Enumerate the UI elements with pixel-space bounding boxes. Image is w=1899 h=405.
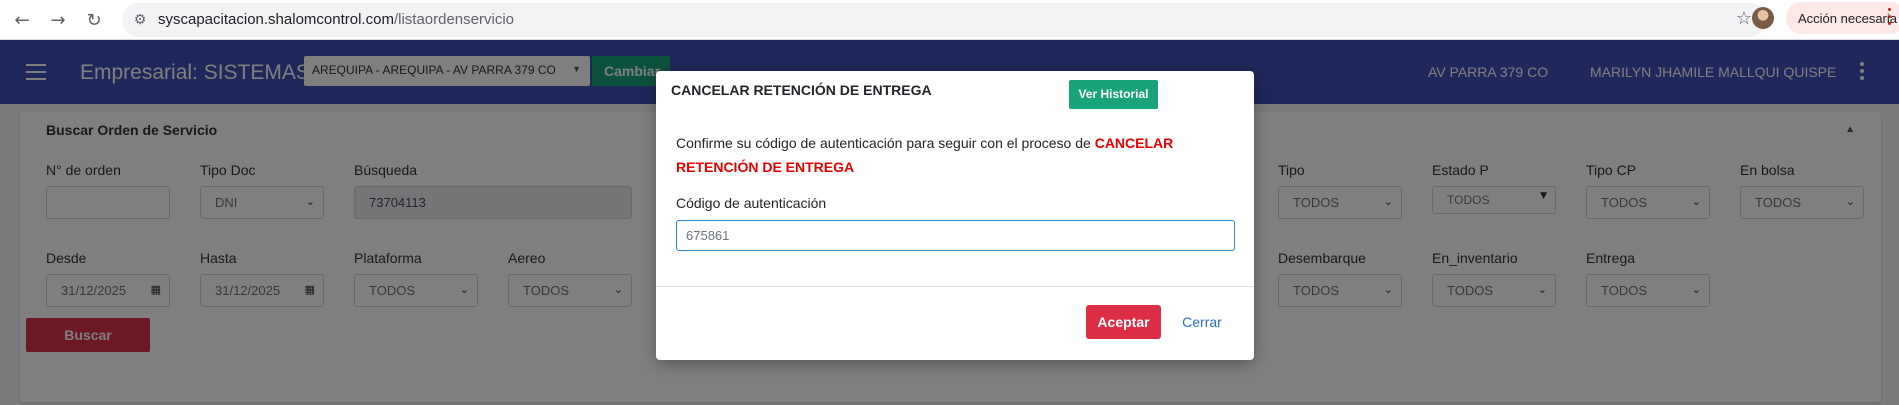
address-bar[interactable]: ⚙ syscapacitacion.shalomcontrol.com/list… (122, 3, 1766, 37)
browser-menu-icon[interactable] (1888, 8, 1892, 28)
dialog-message: Confirme su código de autenticación para… (676, 131, 1196, 179)
action-required-label: Acción necesaria (1798, 10, 1897, 26)
forward-icon[interactable]: → (44, 6, 72, 34)
view-history-button[interactable]: Ver Historial (1069, 80, 1158, 109)
back-icon[interactable]: ← (8, 6, 36, 34)
auth-code-input[interactable] (676, 220, 1235, 251)
dialog-divider (656, 286, 1254, 287)
auth-code-label: Código de autenticación (676, 195, 827, 211)
profile-avatar[interactable] (1752, 7, 1774, 29)
action-required-button[interactable]: Acción necesaria (1786, 2, 1899, 34)
close-button[interactable]: Cerrar (1173, 305, 1231, 339)
url-text: syscapacitacion.shalomcontrol.com/listao… (158, 11, 514, 28)
reload-icon[interactable]: ↻ (80, 6, 108, 34)
site-settings-icon[interactable]: ⚙ (131, 11, 149, 29)
dialog-message-text: Confirme su código de autenticación para… (676, 135, 1091, 151)
accept-button[interactable]: Aceptar (1086, 305, 1161, 339)
cancel-retention-dialog: CANCELAR RETENCIÓN DE ENTREGA Ver Histor… (656, 71, 1254, 360)
bookmark-star-icon[interactable]: ☆ (1736, 8, 1752, 29)
dialog-title: CANCELAR RETENCIÓN DE ENTREGA (671, 82, 932, 98)
browser-toolbar: ← → ↻ ⚙ syscapacitacion.shalomcontrol.co… (0, 0, 1899, 40)
